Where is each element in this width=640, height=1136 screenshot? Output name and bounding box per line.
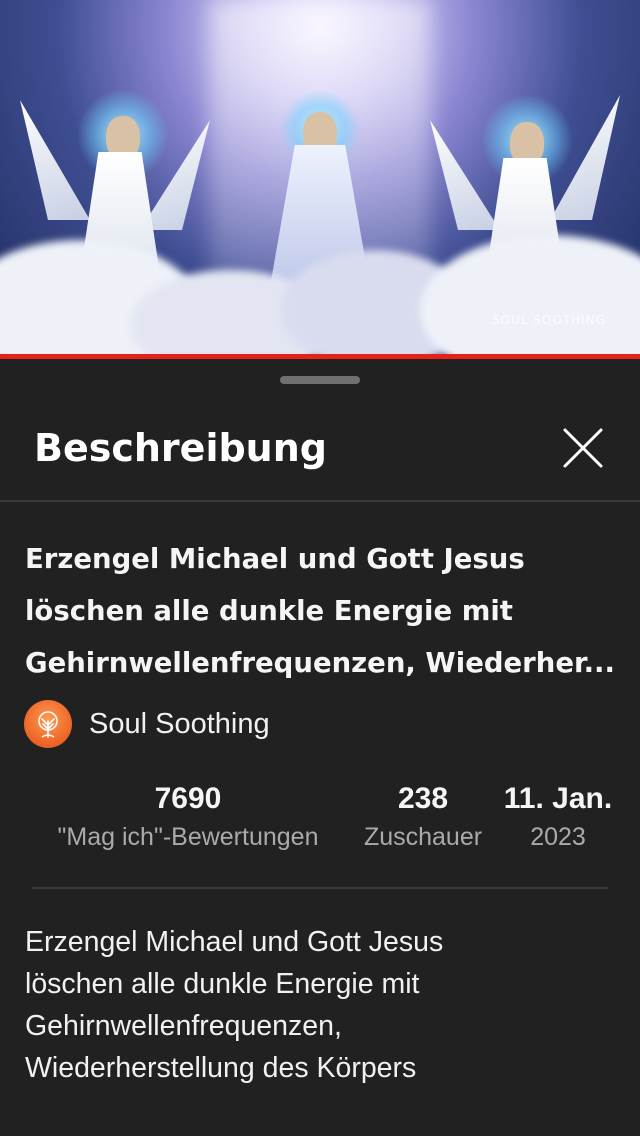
description-line: löschen alle dunkle Energie mit [25,968,420,1000]
video-title-line: löschen alle dunkle Energie mit [25,595,513,627]
viewers-label: Zuschauer [363,823,483,851]
description-line: Wiederherstellung des Körpers [25,1052,417,1084]
stats-divider [32,887,608,889]
description-text: Erzengel Michael und Gott Jesus löschen … [25,921,625,1089]
drag-handle[interactable] [280,376,360,384]
viewers-count: 238 [397,782,449,815]
close-icon [563,428,603,468]
header-divider [0,500,640,502]
description-sheet: Beschreibung Erzengel Michael und Gott J… [0,359,640,1136]
video-watermark: SOUL SOOTHING [491,313,606,327]
video-title-line: Gehirnwellenfrequenzen, Wiederher... [25,647,615,679]
likes-stat: 7690 "Mag ich"-Bewertungen [28,779,348,855]
sheet-title: Beschreibung [34,426,327,470]
channel-row[interactable]: Soul Soothing [24,700,270,748]
channel-name[interactable]: Soul Soothing [89,708,270,741]
description-line: Gehirnwellenfrequenzen, [25,1010,342,1042]
video-title-line: Erzengel Michael und Gott Jesus [25,543,525,575]
close-button[interactable] [560,425,606,471]
publish-date: 11. Jan. [503,782,613,815]
date-stat: 11. Jan. 2023 [500,779,616,855]
likes-count: 7690 [154,782,222,815]
viewers-stat: 238 Zuschauer [352,779,494,855]
video-player[interactable]: SOUL SOOTHING [0,0,640,356]
video-title: Erzengel Michael und Gott Jesus löschen … [25,533,625,689]
likes-label: "Mag ich"-Bewertungen [57,823,319,851]
tree-of-life-icon [38,711,58,738]
channel-avatar[interactable] [24,700,72,748]
publish-year: 2023 [530,823,586,851]
description-line: Erzengel Michael und Gott Jesus [25,926,444,958]
